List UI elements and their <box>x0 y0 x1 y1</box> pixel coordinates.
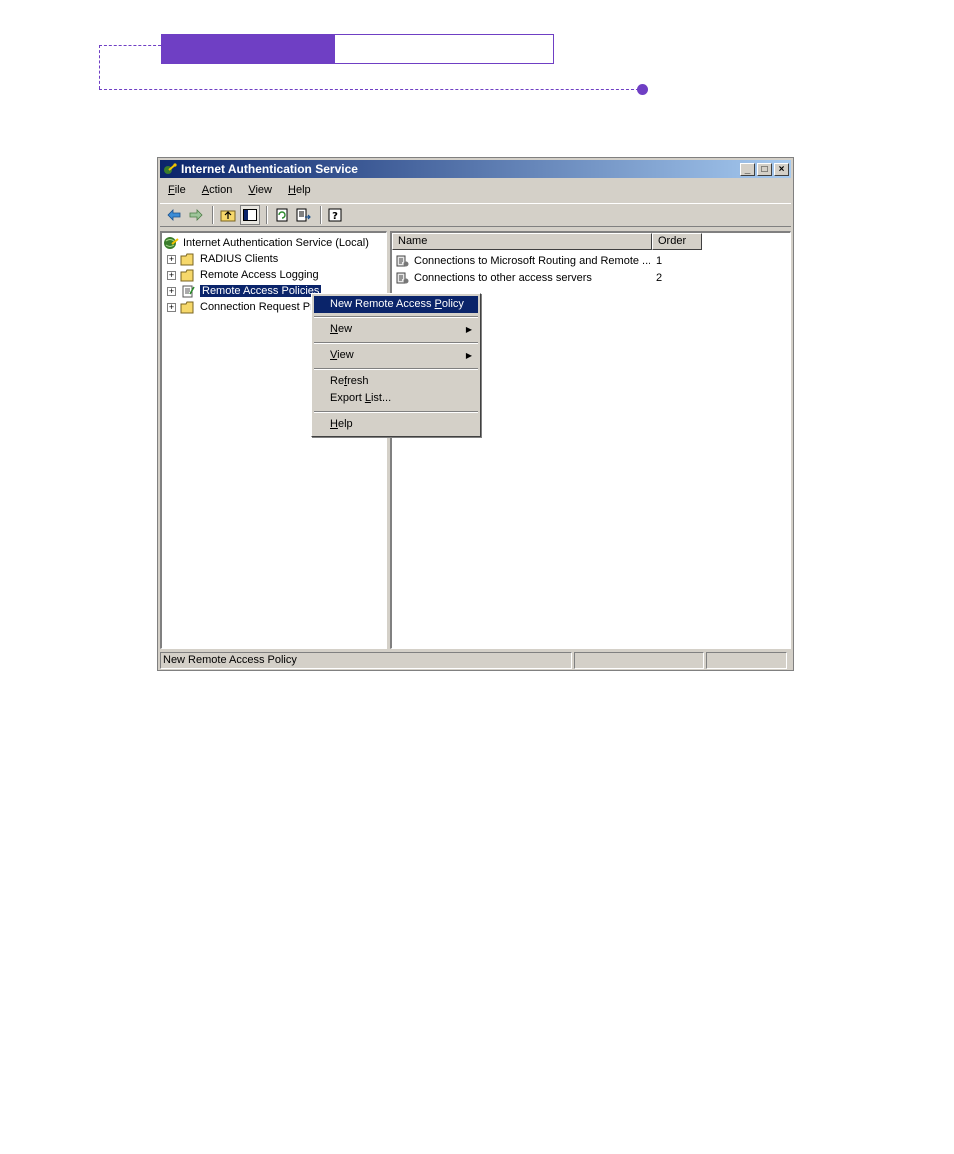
header-dashed-line-left <box>99 45 100 89</box>
export-list-button[interactable] <box>294 205 314 225</box>
toolbar-separator <box>266 206 268 224</box>
context-menu: New Remote Access Policy New ▶ View ▶ Re… <box>311 293 481 437</box>
back-icon <box>167 209 181 221</box>
window-title: Internet Authentication Service <box>181 162 358 176</box>
folder-icon <box>180 300 196 314</box>
refresh-button[interactable] <box>272 205 292 225</box>
policy-scroll-icon <box>394 271 410 285</box>
list-item[interactable]: Connections to other access servers 2 <box>394 270 662 286</box>
show-hide-tree-icon <box>243 209 257 221</box>
status-bar: New Remote Access Policy <box>160 652 791 669</box>
policy-scroll-icon <box>394 254 410 268</box>
minimize-button[interactable]: _ <box>740 162 755 176</box>
close-button[interactable]: × <box>774 162 789 176</box>
help-button[interactable]: ? <box>326 205 346 225</box>
toolbar: ? <box>160 203 791 227</box>
tree-item-connection-request-processing[interactable]: + Connection Request Pr <box>167 299 314 315</box>
export-list-icon <box>296 208 311 222</box>
tree-item-remote-access-policies[interactable]: + Remote Access Policies <box>167 283 323 299</box>
header-dot <box>637 84 648 95</box>
expand-toggle[interactable]: + <box>167 254 176 264</box>
tree-item-radius-clients[interactable]: + RADIUS Clients <box>167 251 278 267</box>
menu-separator <box>314 316 478 318</box>
list-item[interactable]: Connections to Microsoft Routing and Rem… <box>394 253 662 269</box>
svg-text:?: ? <box>332 211 338 222</box>
folder-icon <box>180 268 196 282</box>
header-purple-block <box>161 34 334 64</box>
menu-item-new[interactable]: New ▶ <box>314 321 478 338</box>
folder-icon <box>180 252 196 266</box>
menu-separator <box>314 342 478 344</box>
column-header-name[interactable]: Name <box>392 233 652 250</box>
menu-item-export-list[interactable]: Export List... <box>314 390 478 407</box>
menu-item-refresh[interactable]: Refresh <box>314 373 478 390</box>
back-button[interactable] <box>164 205 184 225</box>
submenu-arrow-icon: ▶ <box>465 325 472 334</box>
toolbar-separator <box>320 206 322 224</box>
up-folder-icon <box>220 210 236 222</box>
menu-bar: File Action View Help <box>160 180 791 200</box>
ias-service-icon <box>163 236 179 250</box>
up-one-level-button[interactable] <box>218 205 238 225</box>
tree-item-remote-access-policies-label: Remote Access Policies <box>198 284 323 298</box>
menu-file[interactable]: File <box>160 184 194 196</box>
policy-icon <box>180 284 196 298</box>
column-header-order[interactable]: Order <box>652 233 702 250</box>
menu-separator <box>314 411 478 413</box>
header-dashed-line-bottom <box>99 89 639 90</box>
forward-icon <box>189 209 203 221</box>
menu-help[interactable]: Help <box>280 184 319 196</box>
status-text: New Remote Access Policy <box>160 652 572 669</box>
status-panel-2 <box>574 652 704 669</box>
expand-toggle[interactable]: + <box>167 302 176 312</box>
expand-toggle[interactable]: + <box>167 286 176 296</box>
expand-toggle[interactable]: + <box>167 270 176 280</box>
menu-item-view[interactable]: View ▶ <box>314 347 478 364</box>
show-hide-tree-button[interactable] <box>240 205 260 225</box>
menu-item-new-remote-access-policy[interactable]: New Remote Access Policy <box>314 296 478 313</box>
toolbar-separator <box>212 206 214 224</box>
status-panel-3 <box>706 652 787 669</box>
menu-action[interactable]: Action <box>194 184 241 196</box>
maximize-button[interactable]: □ <box>757 162 772 176</box>
title-bar[interactable]: Internet Authentication Service _ □ × <box>160 160 791 178</box>
tree-root[interactable]: Internet Authentication Service (Local) <box>163 235 369 251</box>
tree-item-remote-access-logging[interactable]: + Remote Access Logging <box>167 267 319 283</box>
column-header: Name Order <box>392 233 702 251</box>
menu-separator <box>314 368 478 370</box>
refresh-icon <box>276 208 288 222</box>
forward-button[interactable] <box>186 205 206 225</box>
help-icon: ? <box>328 208 342 222</box>
submenu-arrow-icon: ▶ <box>465 351 472 360</box>
header-dashed-line-top <box>99 45 161 46</box>
ias-app-icon <box>162 161 178 177</box>
header-outline-box <box>334 34 554 64</box>
menu-view[interactable]: View <box>240 184 280 196</box>
menu-item-help[interactable]: Help <box>314 416 478 433</box>
